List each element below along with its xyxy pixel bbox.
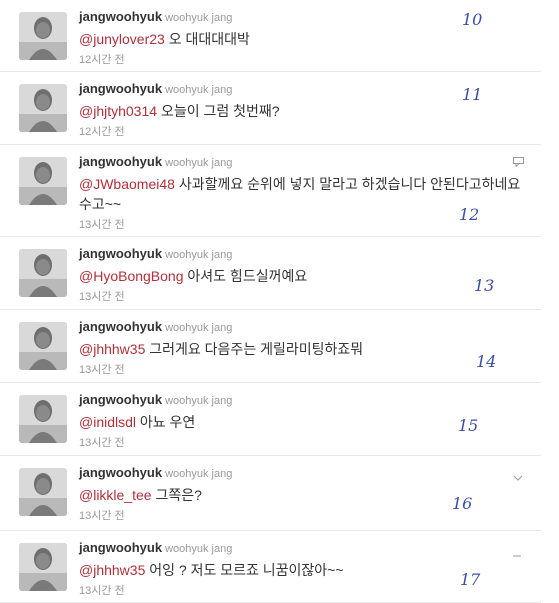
mention-link[interactable]: @likkle_tee xyxy=(79,487,152,503)
tweet-content: jangwoohyuk woohyuk jang @jhhhw35 그러게요 다음주… xyxy=(79,319,529,377)
tweet-item[interactable]: jangwoohyuk woohyuk jang @jhhhw35 어잉 ? 저도 … xyxy=(0,531,559,603)
handwritten-number: 14 xyxy=(476,352,497,371)
full-name: woohyuk jang xyxy=(165,157,233,169)
mention-link[interactable]: @inidlsdl xyxy=(79,414,136,430)
timestamp-link[interactable]: 12시간 전 xyxy=(79,123,529,139)
tweet-item[interactable]: jangwoohyuk woohyuk jang @junylover23 오 대대… xyxy=(0,0,559,72)
tweet-text: @jhhhw35 그러게요 다음주는 게릴라미팅하죠뭐 xyxy=(79,339,529,359)
screen-name-link[interactable]: jangwoohyuk xyxy=(79,246,162,261)
tweet-header: jangwoohyuk woohyuk jang xyxy=(79,465,529,482)
tweet-message: 그러게요 다음주는 게릴라미팅하죠뭐 xyxy=(149,341,364,357)
more-icon[interactable] xyxy=(513,551,523,559)
full-name: woohyuk jang xyxy=(165,84,233,96)
screen-name-link[interactable]: jangwoohyuk xyxy=(79,154,162,169)
chevron-down-icon[interactable] xyxy=(513,474,523,482)
screen-name-link[interactable]: jangwoohyuk xyxy=(79,319,162,334)
screen-name-link[interactable]: jangwoohyuk xyxy=(79,392,162,407)
tweet-text: @HyoBongBong 아셔도 힘드실꺼예요 xyxy=(79,266,529,286)
avatar[interactable] xyxy=(19,84,67,132)
avatar[interactable] xyxy=(19,543,67,591)
handwritten-number: 11 xyxy=(462,85,483,104)
handwritten-number: 16 xyxy=(452,494,473,513)
avatar[interactable] xyxy=(19,395,67,443)
timestamp-link[interactable]: 13시간 전 xyxy=(79,288,529,304)
tweet-item[interactable]: jangwoohyuk woohyuk jang @HyoBongBong 아셔도 … xyxy=(0,237,559,310)
tweet-item[interactable]: jangwoohyuk woohyuk jang @JWbaomei48 사과할께요… xyxy=(0,145,559,237)
tweet-item[interactable]: jangwoohyuk woohyuk jang @inidlsdl 아뇨 우연 13… xyxy=(0,383,559,456)
tweet-header: jangwoohyuk woohyuk jang xyxy=(79,246,529,263)
tweet-timeline: jangwoohyuk woohyuk jang @junylover23 오 대대… xyxy=(0,0,559,603)
full-name: woohyuk jang xyxy=(165,249,233,261)
tweet-content: jangwoohyuk woohyuk jang @jhhhw35 어잉 ? 저도 … xyxy=(79,540,529,598)
avatar[interactable] xyxy=(19,468,67,516)
full-name: woohyuk jang xyxy=(165,468,233,480)
timestamp-link[interactable]: 12시간 전 xyxy=(79,51,529,67)
handwritten-number: 10 xyxy=(462,10,483,29)
tweet-text: @junylover23 오 대대대대박 xyxy=(79,29,529,49)
screen-name-link[interactable]: jangwoohyuk xyxy=(79,465,162,480)
handwritten-number: 13 xyxy=(474,276,495,295)
tweet-message: 오늘이 그럼 첫번째? xyxy=(160,103,280,119)
tweet-message: 아셔도 힘드실꺼예요 xyxy=(187,268,308,284)
avatar[interactable] xyxy=(19,322,67,370)
mention-link[interactable]: @JWbaomei48 xyxy=(79,176,175,192)
handwritten-number: 15 xyxy=(458,416,479,435)
full-name: woohyuk jang xyxy=(165,543,233,555)
reply-icon[interactable] xyxy=(513,157,524,168)
tweet-item[interactable]: jangwoohyuk woohyuk jang @jhjtyh0314 오늘이 그… xyxy=(0,72,559,145)
screen-name-link[interactable]: jangwoohyuk xyxy=(79,81,162,96)
tweet-text: @jhjtyh0314 오늘이 그럼 첫번째? xyxy=(79,101,529,121)
mention-link[interactable]: @jhjtyh0314 xyxy=(79,103,157,119)
handwritten-number: 17 xyxy=(460,570,481,589)
tweet-message: 오 대대대대박 xyxy=(168,31,250,47)
full-name: woohyuk jang xyxy=(165,322,233,334)
tweet-header: jangwoohyuk woohyuk jang xyxy=(79,392,529,409)
mention-link[interactable]: @junylover23 xyxy=(79,31,165,47)
tweet-message: 그쪽은? xyxy=(155,487,202,503)
avatar[interactable] xyxy=(19,157,67,205)
full-name: woohyuk jang xyxy=(165,12,233,24)
mention-link[interactable]: @jhhhw35 xyxy=(79,341,145,357)
handwritten-number: 12 xyxy=(459,205,480,224)
tweet-message: 아뇨 우연 xyxy=(139,414,196,430)
tweet-header: jangwoohyuk woohyuk jang xyxy=(79,540,529,557)
mention-link[interactable]: @jhhhw35 xyxy=(79,562,145,578)
full-name: woohyuk jang xyxy=(165,395,233,407)
page-edge xyxy=(541,0,559,603)
avatar[interactable] xyxy=(19,249,67,297)
timestamp-link[interactable]: 13시간 전 xyxy=(79,434,529,450)
tweet-item[interactable]: jangwoohyuk woohyuk jang @likkle_tee 그쪽은? 1… xyxy=(0,456,559,531)
screen-name-link[interactable]: jangwoohyuk xyxy=(79,9,162,24)
mention-link[interactable]: @HyoBongBong xyxy=(79,268,184,284)
avatar[interactable] xyxy=(19,12,67,60)
screen-name-link[interactable]: jangwoohyuk xyxy=(79,540,162,555)
timestamp-link[interactable]: 13시간 전 xyxy=(79,361,529,377)
tweet-content: jangwoohyuk woohyuk jang @HyoBongBong 아셔도 … xyxy=(79,246,529,304)
tweet-header: jangwoohyuk woohyuk jang xyxy=(79,154,529,171)
tweet-item[interactable]: jangwoohyuk woohyuk jang @jhhhw35 그러게요 다음주… xyxy=(0,310,559,383)
tweet-message: 어잉 ? 저도 모르죠 니꿈이잖아~~ xyxy=(149,562,344,578)
tweet-header: jangwoohyuk woohyuk jang xyxy=(79,319,529,336)
